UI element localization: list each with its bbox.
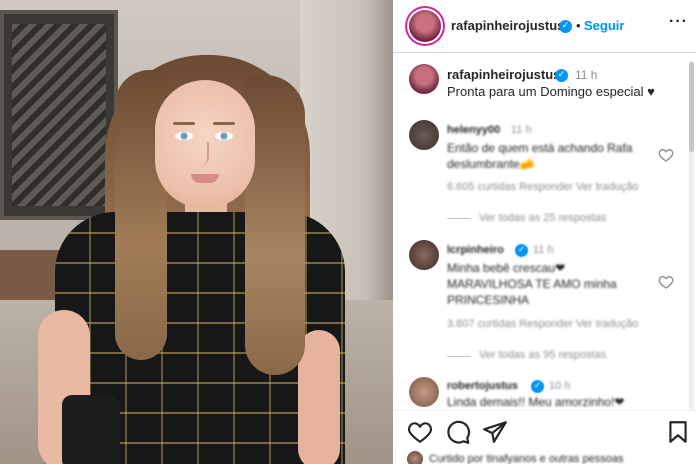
comment-time: 11 h <box>533 244 554 256</box>
separator: • <box>576 18 581 33</box>
comment-username[interactable]: lcrpinheiro <box>447 244 504 256</box>
post-photo[interactable] <box>0 0 393 464</box>
comment-text: deslumbrante🧀 <box>447 157 535 171</box>
caption-text: Pronta para um Domingo especial ♥ <box>447 84 655 99</box>
verified-icon: ✓ <box>559 20 572 33</box>
comment-text: PRINCESINHA <box>447 293 530 307</box>
comment-time: 11 h <box>511 124 532 136</box>
more-icon[interactable]: ··· <box>669 13 688 31</box>
liked-by-avatar <box>407 451 423 464</box>
view-replies-link[interactable]: Ver todas as 95 respostas <box>479 349 606 361</box>
comment-like-icon[interactable] <box>658 147 674 163</box>
heart-icon[interactable] <box>407 419 433 445</box>
action-bar: Curtido por tinafyanos e outras pessoas <box>393 410 696 464</box>
caption-avatar[interactable] <box>409 64 439 94</box>
author-avatar[interactable] <box>409 10 441 42</box>
view-replies-link[interactable]: Ver todas as 25 respostas <box>479 212 606 224</box>
comment-text: MARAVILHOSA TE AMO minha <box>447 277 617 291</box>
background-painting <box>0 10 118 220</box>
verified-icon: ✓ <box>555 69 568 82</box>
comment-text: Minha bebê crescau❤ <box>447 261 566 275</box>
author-username[interactable]: rafapinheirojustus <box>451 18 564 33</box>
comment-like-icon[interactable] <box>658 274 674 290</box>
post-side-panel: rafapinheirojustus ✓ • Seguir ··· rafapi… <box>393 0 696 464</box>
verified-icon: ✓ <box>515 244 528 257</box>
comment-avatar[interactable] <box>409 120 439 150</box>
save-icon[interactable] <box>665 419 691 445</box>
face <box>155 80 255 208</box>
post-header: rafapinheirojustus ✓ • Seguir ··· <box>393 0 696 53</box>
handbag <box>62 395 120 464</box>
comment-avatar[interactable] <box>409 240 439 270</box>
liked-by-text[interactable]: Curtido por tinafyanos e outras pessoas <box>429 453 623 464</box>
comments-scrollbar-thumb[interactable] <box>689 62 694 152</box>
comment-text: Então de quem está achando Rafa <box>447 141 633 155</box>
comment-meta[interactable]: 3.607 curtidas Responder Ver tradução <box>447 318 638 330</box>
comment-username[interactable]: helenyy00 <box>447 124 500 136</box>
comment-meta[interactable]: 6.605 curtidas Responder Ver tradução <box>447 181 638 193</box>
follow-button[interactable]: Seguir <box>584 18 624 33</box>
comment-time: 10 h <box>549 380 571 392</box>
caption-time: 11 h <box>575 68 598 82</box>
caption-username[interactable]: rafapinheirojustus <box>447 67 560 82</box>
verified-icon: ✓ <box>531 380 544 393</box>
comment-avatar[interactable] <box>409 377 439 407</box>
comment-icon[interactable] <box>445 419 471 445</box>
comment-text: Linda demais!! Meu amorzinho!❤ <box>447 395 625 409</box>
comment-username[interactable]: robertojustus <box>447 380 518 392</box>
share-icon[interactable] <box>482 419 508 445</box>
